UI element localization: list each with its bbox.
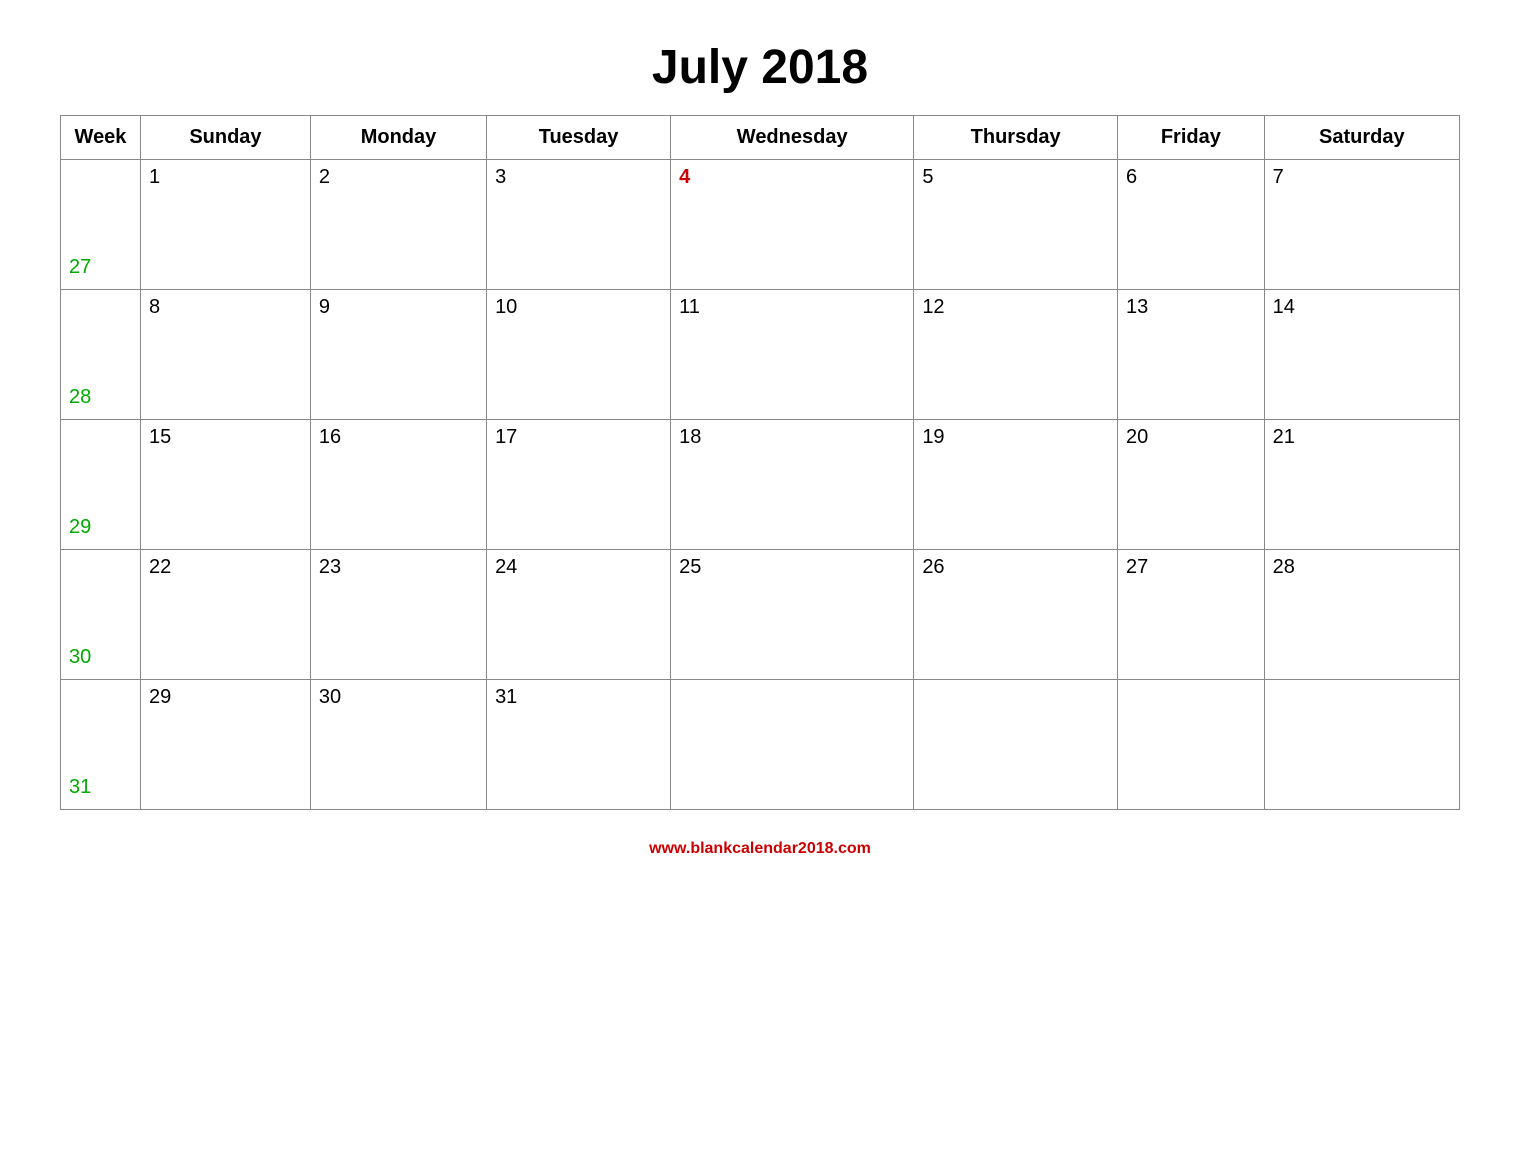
day-cell: 14 — [1264, 290, 1459, 420]
week-number-cell: 27 — [61, 160, 141, 290]
day-number: 1 — [149, 166, 160, 188]
day-number: 14 — [1273, 296, 1295, 318]
day-number: 29 — [149, 686, 171, 708]
col-header-monday: Monday — [310, 116, 486, 160]
day-number: 3 — [495, 166, 506, 188]
day-cell: 15 — [141, 420, 311, 550]
day-number: 26 — [922, 556, 944, 578]
day-number: 19 — [922, 426, 944, 448]
day-cell: 20 — [1118, 420, 1265, 550]
col-header-saturday: Saturday — [1264, 116, 1459, 160]
day-cell — [671, 680, 914, 810]
day-cell: 16 — [310, 420, 486, 550]
day-number: 23 — [319, 556, 341, 578]
day-cell: 1 — [141, 160, 311, 290]
day-cell: 8 — [141, 290, 311, 420]
day-number: 13 — [1126, 296, 1148, 318]
day-cell: 23 — [310, 550, 486, 680]
week-number: 29 — [69, 516, 91, 538]
day-cell: 13 — [1118, 290, 1265, 420]
day-number: 27 — [1126, 556, 1148, 578]
week-row: 29 15 16 17 18 19 20 21 — [61, 420, 1460, 550]
day-cell: 18 — [671, 420, 914, 550]
day-cell: 31 — [487, 680, 671, 810]
week-number-cell: 31 — [61, 680, 141, 810]
day-number: 17 — [495, 426, 517, 448]
page-title: July 2018 — [652, 40, 868, 95]
day-number: 22 — [149, 556, 171, 578]
day-number: 31 — [495, 686, 517, 708]
day-number: 5 — [922, 166, 933, 188]
day-cell: 7 — [1264, 160, 1459, 290]
day-cell: 28 — [1264, 550, 1459, 680]
week-row: 30 22 23 24 25 26 27 28 — [61, 550, 1460, 680]
calendar-table: WeekSundayMondayTuesdayWednesdayThursday… — [60, 115, 1460, 810]
col-header-tuesday: Tuesday — [487, 116, 671, 160]
day-cell: 30 — [310, 680, 486, 810]
week-number-cell: 30 — [61, 550, 141, 680]
day-number: 9 — [319, 296, 330, 318]
day-cell: 29 — [141, 680, 311, 810]
day-number: 18 — [679, 426, 701, 448]
day-number: 10 — [495, 296, 517, 318]
col-header-sunday: Sunday — [141, 116, 311, 160]
week-number-cell: 28 — [61, 290, 141, 420]
col-header-friday: Friday — [1118, 116, 1265, 160]
week-number: 27 — [69, 256, 91, 278]
day-cell: 22 — [141, 550, 311, 680]
day-cell: 17 — [487, 420, 671, 550]
week-row: 27 1 2 3 4 5 6 7 — [61, 160, 1460, 290]
week-row: 28 8 9 10 11 12 13 14 — [61, 290, 1460, 420]
day-number: 28 — [1273, 556, 1295, 578]
day-number: 20 — [1126, 426, 1148, 448]
day-cell: 26 — [914, 550, 1118, 680]
week-number: 28 — [69, 386, 91, 408]
col-header-week: Week — [61, 116, 141, 160]
day-cell: 5 — [914, 160, 1118, 290]
day-number: 4 — [679, 166, 690, 188]
day-cell: 21 — [1264, 420, 1459, 550]
day-cell: 24 — [487, 550, 671, 680]
day-cell — [1264, 680, 1459, 810]
day-number: 2 — [319, 166, 330, 188]
day-cell: 3 — [487, 160, 671, 290]
col-header-wednesday: Wednesday — [671, 116, 914, 160]
day-cell — [1118, 680, 1265, 810]
day-cell: 11 — [671, 290, 914, 420]
day-number: 16 — [319, 426, 341, 448]
day-number: 8 — [149, 296, 160, 318]
week-number: 30 — [69, 646, 91, 668]
footer-url: www.blankcalendar2018.com — [649, 840, 871, 858]
header-row: WeekSundayMondayTuesdayWednesdayThursday… — [61, 116, 1460, 160]
day-number: 15 — [149, 426, 171, 448]
day-cell: 19 — [914, 420, 1118, 550]
day-cell — [914, 680, 1118, 810]
week-number: 31 — [69, 776, 91, 798]
day-number: 30 — [319, 686, 341, 708]
day-number: 25 — [679, 556, 701, 578]
day-cell: 27 — [1118, 550, 1265, 680]
col-header-thursday: Thursday — [914, 116, 1118, 160]
day-cell: 4 — [671, 160, 914, 290]
day-number: 7 — [1273, 166, 1284, 188]
week-number-cell: 29 — [61, 420, 141, 550]
calendar-container: WeekSundayMondayTuesdayWednesdayThursday… — [60, 115, 1460, 810]
day-number: 21 — [1273, 426, 1295, 448]
day-cell: 2 — [310, 160, 486, 290]
day-cell: 10 — [487, 290, 671, 420]
day-cell: 9 — [310, 290, 486, 420]
day-cell: 12 — [914, 290, 1118, 420]
week-row: 31 29 30 31 — [61, 680, 1460, 810]
day-number: 24 — [495, 556, 517, 578]
day-cell: 25 — [671, 550, 914, 680]
day-number: 11 — [679, 296, 700, 318]
day-number: 12 — [922, 296, 944, 318]
day-cell: 6 — [1118, 160, 1265, 290]
day-number: 6 — [1126, 166, 1137, 188]
